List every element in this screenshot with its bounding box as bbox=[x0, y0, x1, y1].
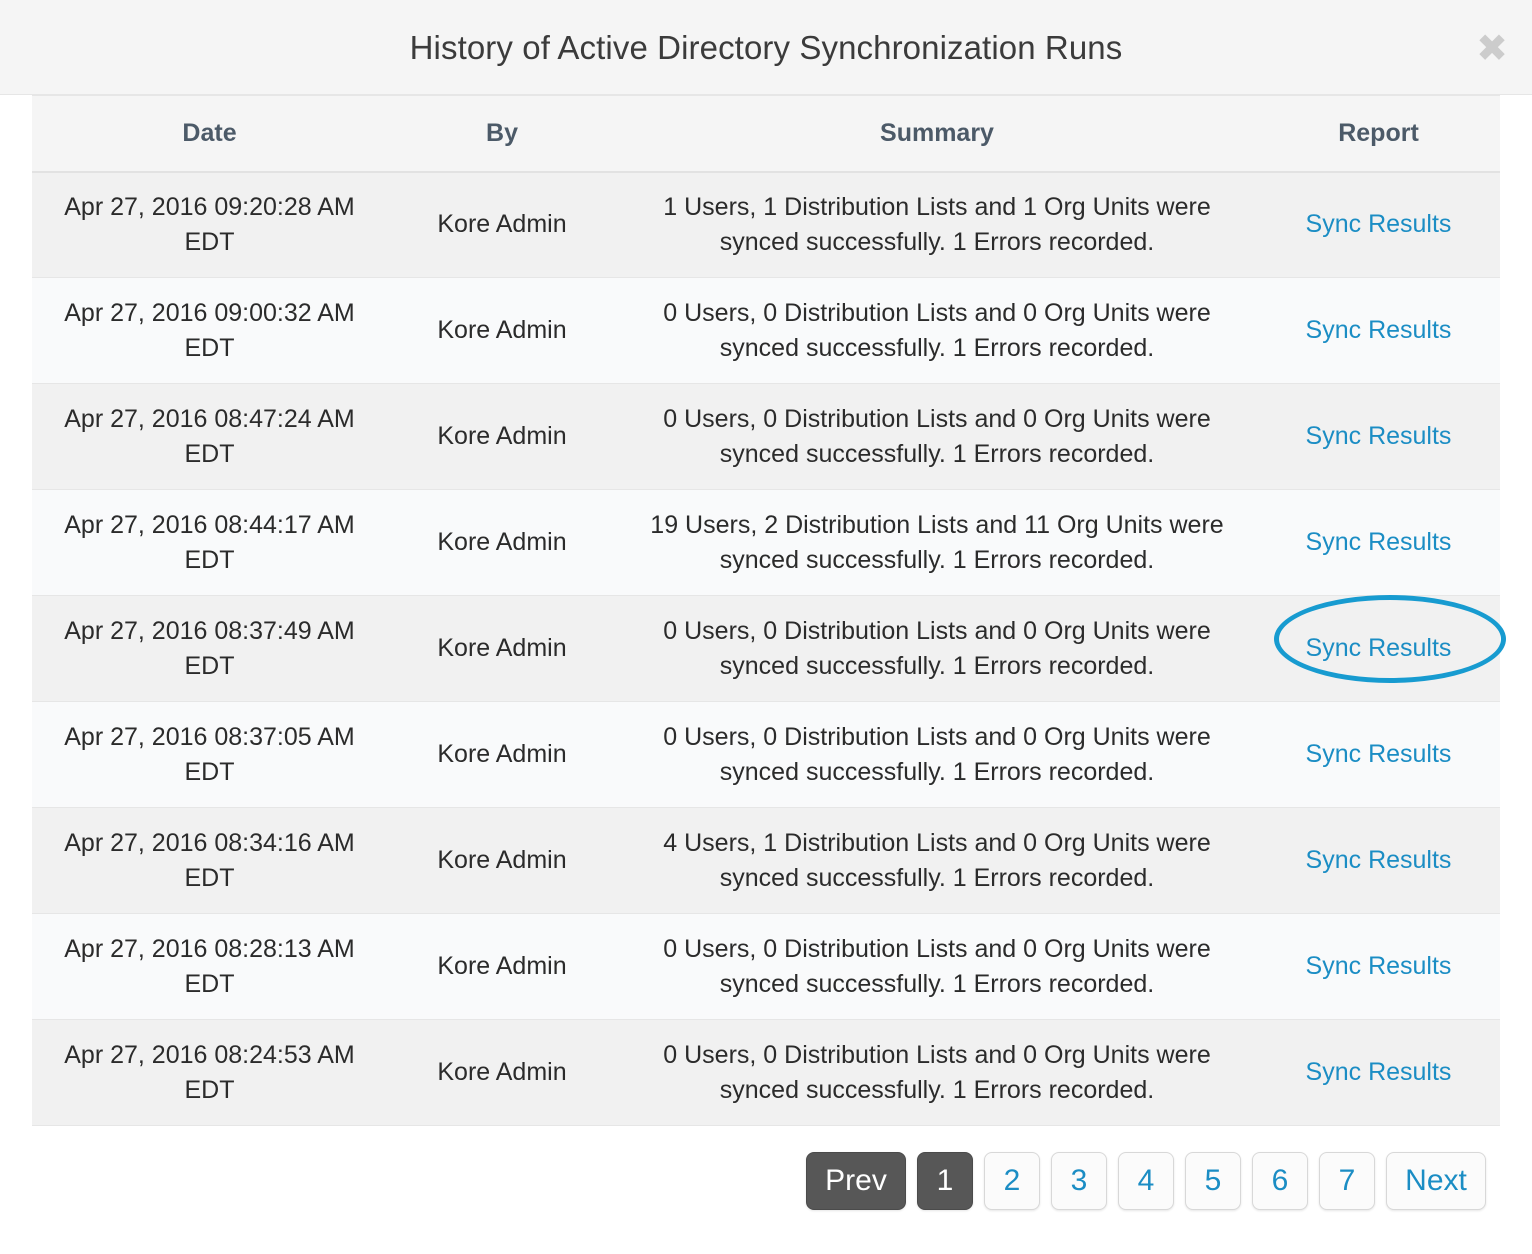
table-body: Apr 27, 2016 09:20:28 AM EDTKore Admin1 … bbox=[32, 172, 1500, 1126]
cell-date: Apr 27, 2016 08:37:05 AM EDT bbox=[32, 702, 387, 808]
cell-report: Sync Results bbox=[1257, 1020, 1500, 1126]
sync-results-link[interactable]: Sync Results bbox=[1306, 422, 1452, 450]
pagination-page-1[interactable]: 1 bbox=[917, 1152, 973, 1210]
cell-summary: 0 Users, 0 Distribution Lists and 0 Org … bbox=[617, 596, 1257, 702]
sync-results-link[interactable]: Sync Results bbox=[1306, 210, 1452, 238]
column-header-by[interactable]: By bbox=[387, 96, 617, 172]
cell-report: Sync Results bbox=[1257, 172, 1500, 278]
cell-by: Kore Admin bbox=[387, 172, 617, 278]
sync-results-link[interactable]: Sync Results bbox=[1306, 846, 1452, 874]
cell-by: Kore Admin bbox=[387, 278, 617, 384]
table-header: Date By Summary Report bbox=[32, 96, 1500, 172]
pagination-page-3[interactable]: 3 bbox=[1051, 1152, 1107, 1210]
cell-by: Kore Admin bbox=[387, 702, 617, 808]
cell-summary: 0 Users, 0 Distribution Lists and 0 Org … bbox=[617, 278, 1257, 384]
pagination-prev-button[interactable]: Prev bbox=[806, 1152, 906, 1210]
table-row: Apr 27, 2016 08:47:24 AM EDTKore Admin0 … bbox=[32, 384, 1500, 490]
sync-results-link[interactable]: Sync Results bbox=[1306, 740, 1452, 768]
cell-report: Sync Results bbox=[1257, 490, 1500, 596]
table-row: Apr 27, 2016 08:24:53 AM EDTKore Admin0 … bbox=[32, 1020, 1500, 1126]
pagination: Prev 1234567 Next bbox=[806, 1152, 1486, 1210]
sync-results-link[interactable]: Sync Results bbox=[1306, 952, 1452, 980]
table-row: Apr 27, 2016 08:34:16 AM EDTKore Admin4 … bbox=[32, 808, 1500, 914]
column-header-report[interactable]: Report bbox=[1257, 96, 1500, 172]
sync-results-link[interactable]: Sync Results bbox=[1306, 316, 1452, 344]
cell-date: Apr 27, 2016 08:24:53 AM EDT bbox=[32, 1020, 387, 1126]
table-row: Apr 27, 2016 08:37:05 AM EDTKore Admin0 … bbox=[32, 702, 1500, 808]
close-icon[interactable]: ✖ bbox=[1474, 31, 1510, 67]
cell-date: Apr 27, 2016 08:28:13 AM EDT bbox=[32, 914, 387, 1020]
cell-date: Apr 27, 2016 08:44:17 AM EDT bbox=[32, 490, 387, 596]
modal-header: History of Active Directory Synchronizat… bbox=[0, 0, 1532, 95]
pagination-page-2[interactable]: 2 bbox=[984, 1152, 1040, 1210]
cell-report: Sync Results bbox=[1257, 384, 1500, 490]
cell-date: Apr 27, 2016 09:20:28 AM EDT bbox=[32, 172, 387, 278]
cell-summary: 19 Users, 2 Distribution Lists and 11 Or… bbox=[617, 490, 1257, 596]
sync-history-table: Date By Summary Report Apr 27, 2016 09:2… bbox=[32, 95, 1500, 1126]
sync-results-link[interactable]: Sync Results bbox=[1306, 528, 1452, 556]
cell-date: Apr 27, 2016 08:34:16 AM EDT bbox=[32, 808, 387, 914]
pagination-next-button[interactable]: Next bbox=[1386, 1152, 1486, 1210]
table-row: Apr 27, 2016 09:20:28 AM EDTKore Admin1 … bbox=[32, 172, 1500, 278]
modal-body: Date By Summary Report Apr 27, 2016 09:2… bbox=[0, 95, 1532, 1254]
table-header-row: Date By Summary Report bbox=[32, 96, 1500, 172]
column-header-date[interactable]: Date bbox=[32, 96, 387, 172]
table-row: Apr 27, 2016 08:37:49 AM EDTKore Admin0 … bbox=[32, 596, 1500, 702]
pagination-pages: 1234567 bbox=[917, 1152, 1375, 1210]
cell-by: Kore Admin bbox=[387, 808, 617, 914]
table-row: Apr 27, 2016 09:00:32 AM EDTKore Admin0 … bbox=[32, 278, 1500, 384]
cell-report: Sync Results bbox=[1257, 596, 1500, 702]
cell-report: Sync Results bbox=[1257, 278, 1500, 384]
cell-date: Apr 27, 2016 08:37:49 AM EDT bbox=[32, 596, 387, 702]
cell-report: Sync Results bbox=[1257, 914, 1500, 1020]
cell-summary: 0 Users, 0 Distribution Lists and 0 Org … bbox=[617, 914, 1257, 1020]
cell-by: Kore Admin bbox=[387, 1020, 617, 1126]
column-header-summary[interactable]: Summary bbox=[617, 96, 1257, 172]
cell-summary: 0 Users, 0 Distribution Lists and 0 Org … bbox=[617, 384, 1257, 490]
pagination-page-7[interactable]: 7 bbox=[1319, 1152, 1375, 1210]
cell-by: Kore Admin bbox=[387, 384, 617, 490]
pagination-page-6[interactable]: 6 bbox=[1252, 1152, 1308, 1210]
sync-results-link[interactable]: Sync Results bbox=[1306, 1058, 1452, 1086]
history-modal: History of Active Directory Synchronizat… bbox=[0, 0, 1532, 1254]
cell-summary: 0 Users, 0 Distribution Lists and 0 Org … bbox=[617, 1020, 1257, 1126]
cell-by: Kore Admin bbox=[387, 914, 617, 1020]
cell-summary: 1 Users, 1 Distribution Lists and 1 Org … bbox=[617, 172, 1257, 278]
table-row: Apr 27, 2016 08:44:17 AM EDTKore Admin19… bbox=[32, 490, 1500, 596]
cell-date: Apr 27, 2016 08:47:24 AM EDT bbox=[32, 384, 387, 490]
cell-summary: 4 Users, 1 Distribution Lists and 0 Org … bbox=[617, 808, 1257, 914]
cell-report: Sync Results bbox=[1257, 702, 1500, 808]
pagination-page-4[interactable]: 4 bbox=[1118, 1152, 1174, 1210]
cell-date: Apr 27, 2016 09:00:32 AM EDT bbox=[32, 278, 387, 384]
cell-report: Sync Results bbox=[1257, 808, 1500, 914]
table-row: Apr 27, 2016 08:28:13 AM EDTKore Admin0 … bbox=[32, 914, 1500, 1020]
pagination-page-5[interactable]: 5 bbox=[1185, 1152, 1241, 1210]
cell-by: Kore Admin bbox=[387, 596, 617, 702]
cell-summary: 0 Users, 0 Distribution Lists and 0 Org … bbox=[617, 702, 1257, 808]
sync-results-link[interactable]: Sync Results bbox=[1306, 634, 1452, 662]
page-title: History of Active Directory Synchronizat… bbox=[0, 28, 1532, 68]
cell-by: Kore Admin bbox=[387, 490, 617, 596]
